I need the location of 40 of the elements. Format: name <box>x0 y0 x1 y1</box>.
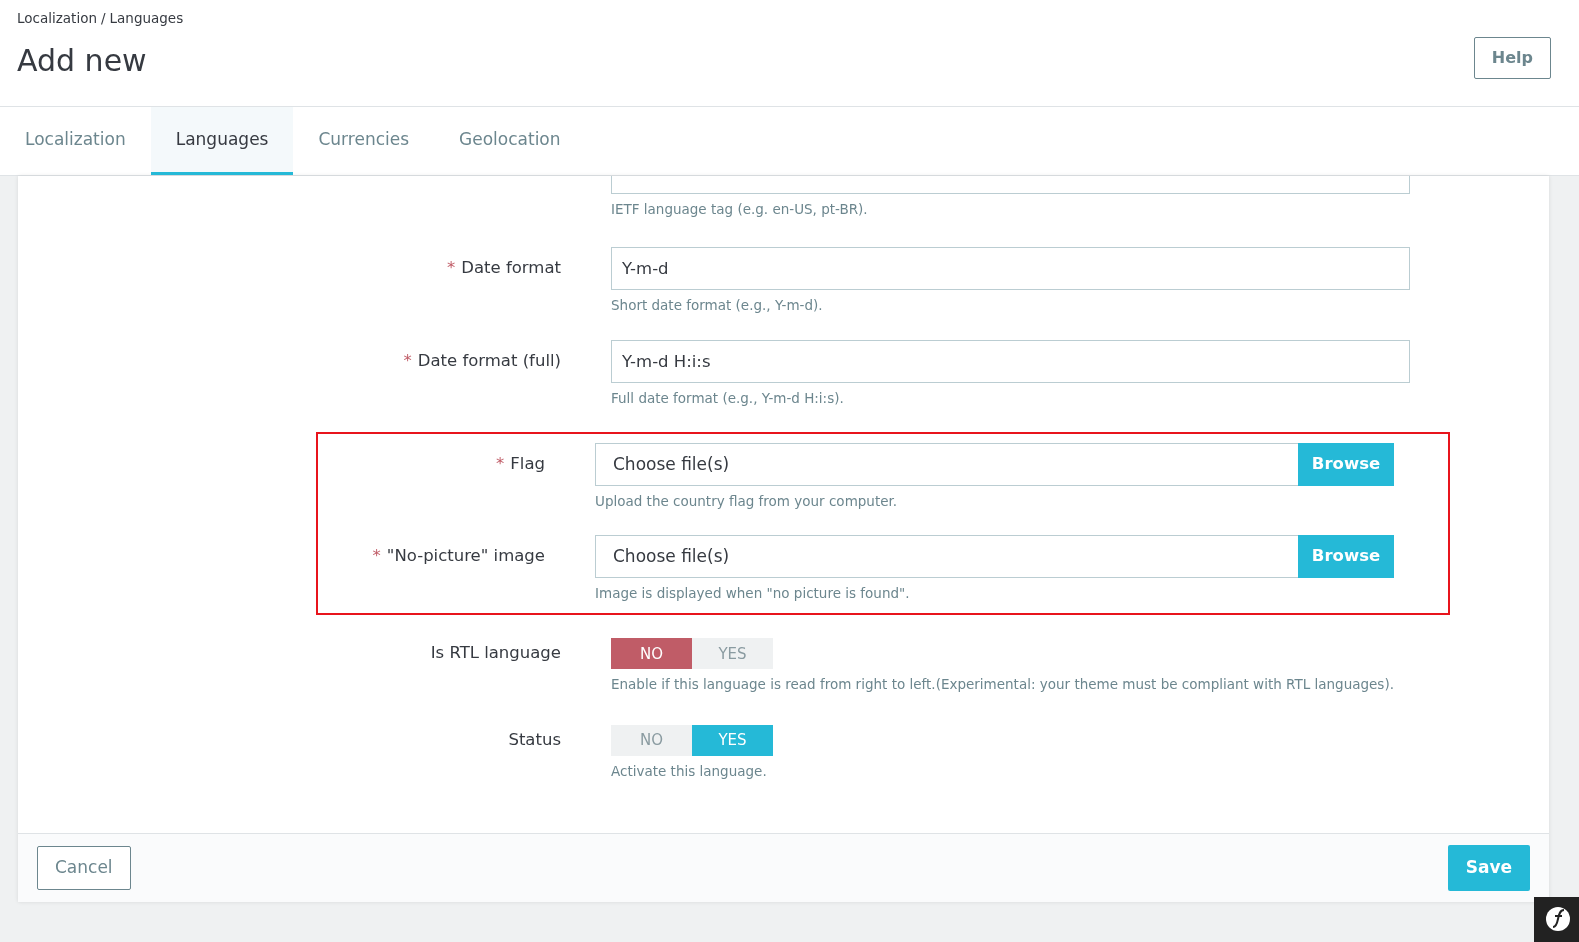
help-text: Full date format (e.g., Y-m-d H:i:s). <box>611 388 845 408</box>
browse-button[interactable]: Browse <box>1298 442 1394 486</box>
tab[interactable]: Languages <box>150 107 294 175</box>
help-text: Short date format (e.g., Y-m-d). <box>611 296 824 316</box>
page-title: Add new <box>17 42 148 81</box>
required-mark: * <box>496 452 505 475</box>
help-text: IETF language tag (e.g. en-US, pt-BR). <box>611 200 869 219</box>
tab[interactable]: Localization <box>0 107 151 175</box>
input-field[interactable]: Y-m-d <box>611 247 1410 291</box>
breadcrumb-separator: / <box>100 9 106 28</box>
file-input-field[interactable]: Choose file(s) <box>595 535 1298 578</box>
help-text: Activate this language. <box>611 761 768 781</box>
breadcrumb-link[interactable]: Localization <box>17 8 97 29</box>
switch-option[interactable]: YES <box>692 638 773 670</box>
field-label: Status <box>508 728 561 751</box>
browse-button[interactable]: Browse <box>1298 535 1394 578</box>
required-mark: * <box>447 257 456 280</box>
tab[interactable]: Geolocation <box>434 107 586 175</box>
save-button[interactable]: Save <box>1447 845 1530 891</box>
symfony-logo-icon[interactable] <box>1534 897 1579 942</box>
tab[interactable]: Currencies <box>293 107 435 175</box>
help-button[interactable]: Help <box>1473 37 1551 79</box>
help-text: Upload the country flag from your computer. <box>595 491 899 511</box>
help-text: Image is displayed when "no picture is found". <box>595 584 911 603</box>
switch-option[interactable]: NO <box>611 724 692 756</box>
switch-option[interactable]: NO <box>611 638 692 670</box>
cancel-button[interactable]: Cancel <box>37 846 131 890</box>
field-label: Date format <box>461 257 561 280</box>
required-mark: * <box>372 545 381 568</box>
field-label: "No-picture" image <box>386 545 545 568</box>
file-input-field[interactable]: Choose file(s) <box>595 442 1298 486</box>
help-text: Enable if this language is read from right to left.(Experimental: your theme must be compliant with RTL languages). <box>611 675 1395 695</box>
field-label: Date format (full) <box>417 349 561 372</box>
input-field[interactable]: Y-m-d H:i:s <box>611 339 1410 383</box>
switch-option[interactable]: YES <box>692 724 773 756</box>
field-label: Is RTL language <box>430 642 561 665</box>
required-mark: * <box>403 349 412 372</box>
input-field[interactable] <box>611 176 1410 194</box>
field-label: Flag <box>510 452 545 475</box>
breadcrumb-link[interactable]: Languages <box>109 8 184 29</box>
